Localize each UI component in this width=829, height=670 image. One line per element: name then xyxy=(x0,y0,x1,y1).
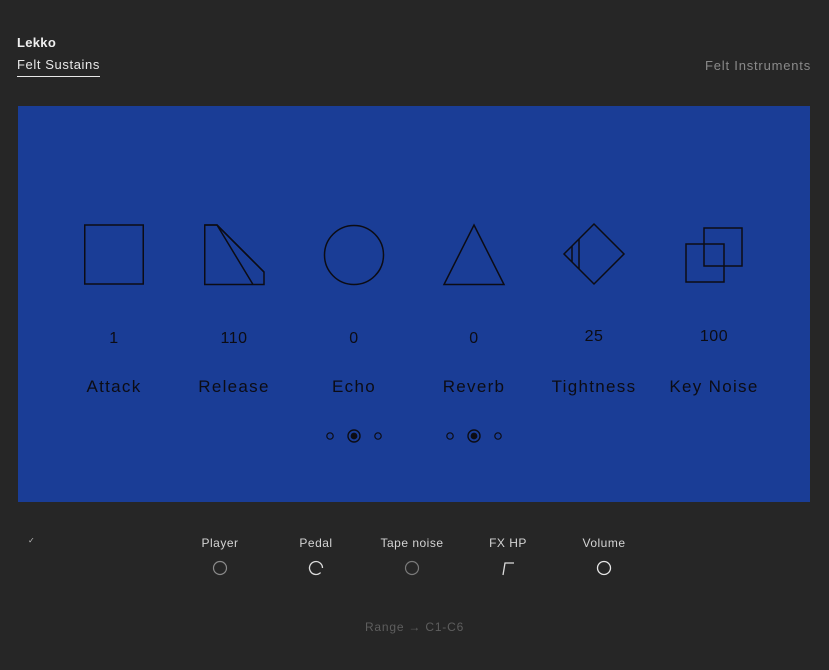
reverb-mode-option-1[interactable] xyxy=(446,432,454,440)
attack-control[interactable]: 1 Attack xyxy=(54,106,174,502)
fx-hp-label: FX HP xyxy=(489,536,527,550)
check-mark: ✓ xyxy=(28,536,35,545)
tightness-value: 25 xyxy=(584,328,604,345)
key-noise-value: 100 xyxy=(699,328,729,345)
player-label: Player xyxy=(201,536,239,550)
preset-name[interactable]: Felt Sustains xyxy=(17,57,100,77)
release-value: 110 xyxy=(220,330,248,347)
key-noise-label: Key Noise xyxy=(669,377,759,396)
square-icon xyxy=(84,224,144,285)
pedal-label: Pedal xyxy=(299,536,333,550)
release-control[interactable]: 110 Release xyxy=(174,106,294,502)
pedal-control[interactable]: Pedal xyxy=(268,534,364,584)
key-noise-control[interactable]: 100 Key Noise xyxy=(654,106,774,502)
slanted-square-icon xyxy=(204,224,265,286)
fx-hp-control[interactable]: FX HP xyxy=(460,534,556,584)
release-label: Release xyxy=(198,377,270,396)
volume-knob-icon xyxy=(596,560,612,576)
main-panel: 1 Attack 110 Release 0 Echo 0 Reverb 25 … xyxy=(18,106,810,502)
tightness-label: Tightness xyxy=(551,377,637,396)
reverb-value: 0 xyxy=(469,330,479,347)
player-knob-icon xyxy=(212,560,228,576)
brand-name: Lekko xyxy=(17,35,57,50)
circle-icon xyxy=(323,224,385,286)
echo-value: 0 xyxy=(349,330,359,347)
echo-mode-selector[interactable] xyxy=(324,428,384,444)
reverb-label: Reverb xyxy=(442,377,506,396)
echo-mode-selected-dot xyxy=(350,432,358,440)
echo-mode-option-1[interactable] xyxy=(326,432,334,440)
overlapping-squares-icon xyxy=(685,227,743,283)
volume-control[interactable]: Volume xyxy=(556,534,652,584)
attack-value: 1 xyxy=(109,330,119,347)
highpass-filter-icon xyxy=(502,562,514,576)
tape-noise-knob-icon xyxy=(404,560,420,576)
reverb-mode-option-3[interactable] xyxy=(494,432,502,440)
triangle-icon xyxy=(442,223,506,286)
tape-noise-control[interactable]: Tape noise xyxy=(364,534,460,584)
reverb-mode-selected-dot xyxy=(470,432,478,440)
tightness-control[interactable]: 25 Tightness xyxy=(534,106,654,502)
attack-label: Attack xyxy=(86,377,142,396)
player-control[interactable]: Player xyxy=(172,534,268,584)
tape-noise-label: Tape noise xyxy=(380,536,444,550)
app-window: Lekko Felt Sustains Felt Instruments 1 A… xyxy=(0,0,829,670)
volume-label: Volume xyxy=(582,536,626,550)
echo-mode-option-3[interactable] xyxy=(374,432,382,440)
reverb-mode-selector[interactable] xyxy=(444,428,504,444)
pedal-knob-icon xyxy=(308,560,324,576)
library-name[interactable]: Felt Instruments xyxy=(705,58,811,73)
echo-label: Echo xyxy=(332,377,376,396)
range-indicator: Range → C1-C6 xyxy=(364,620,465,634)
diamond-icon xyxy=(562,222,626,286)
